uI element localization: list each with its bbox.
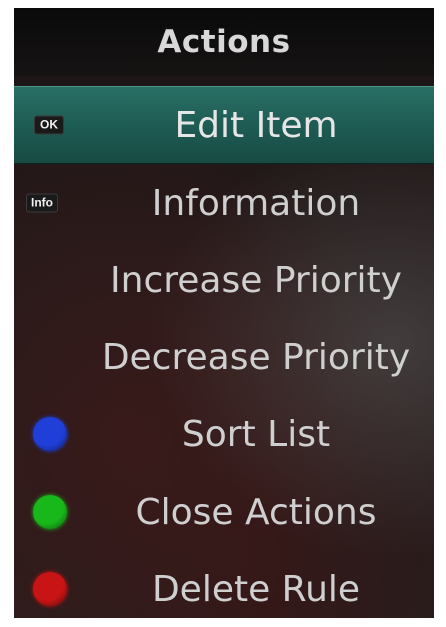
menu-item-label: Information (151, 182, 361, 224)
menu-item-sort-list[interactable]: Sort List (14, 395, 434, 473)
blue-button-icon (33, 417, 67, 451)
info-key-icon: Info (26, 193, 58, 213)
ok-key-icon: OK (34, 115, 64, 135)
green-button-icon (33, 495, 67, 529)
menu-item-label: Close Actions (135, 491, 377, 533)
menu-item-label: Edit Item (174, 104, 338, 146)
menu-item-increase-priority[interactable]: Increase Priority (14, 241, 434, 319)
menu-item-label: Sort List (181, 413, 331, 455)
menu-item-delete-rule[interactable]: Delete Rule (14, 550, 434, 618)
menu-title: Actions (157, 24, 291, 60)
menu-item-label: Decrease Priority (101, 336, 411, 378)
menu-item-decrease-priority[interactable]: Decrease Priority (14, 318, 434, 396)
red-button-icon (33, 572, 67, 606)
menu-item-edit-item[interactable]: OK Edit Item (14, 86, 434, 164)
actions-menu: Actions OK Edit Item Info Information In… (14, 8, 434, 618)
menu-item-label: Delete Rule (151, 568, 361, 610)
menu-item-label: Increase Priority (110, 259, 402, 301)
menu-item-close-actions[interactable]: Close Actions (14, 473, 434, 551)
menu-item-information[interactable]: Info Information (14, 164, 434, 242)
menu-header: Actions (14, 8, 434, 76)
